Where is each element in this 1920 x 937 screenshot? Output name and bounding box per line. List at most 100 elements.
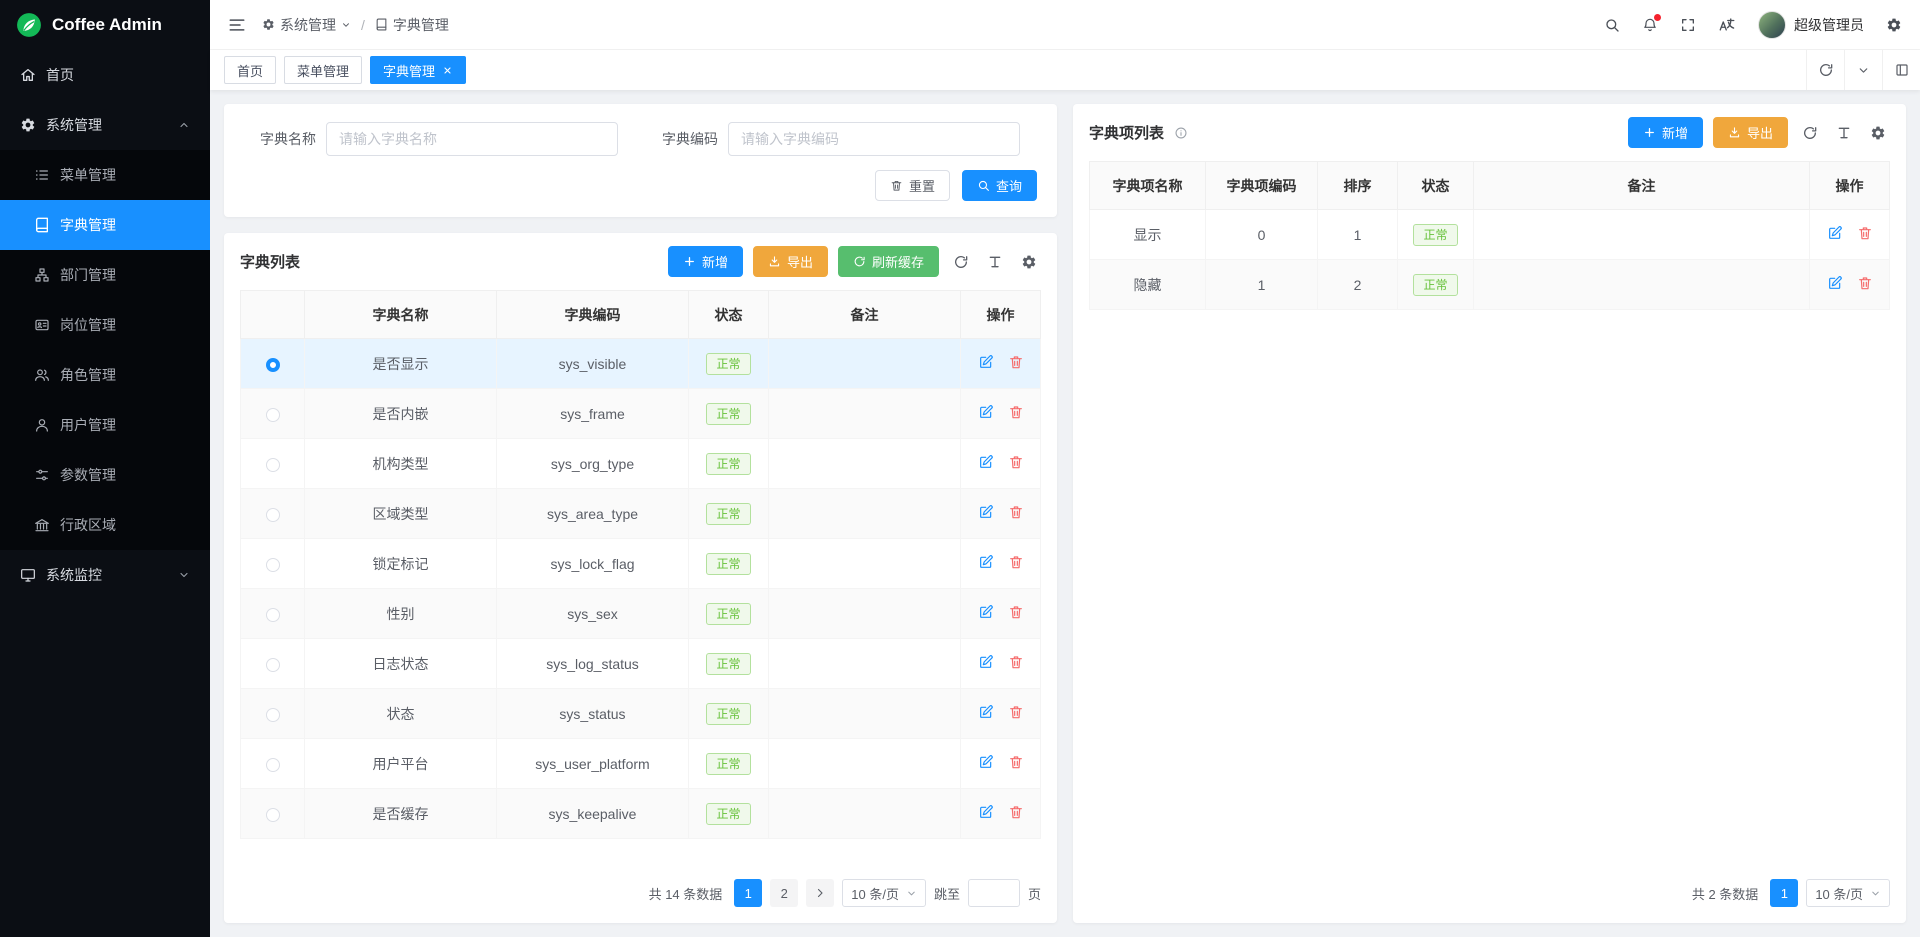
search-icon[interactable] [1604,17,1620,33]
close-icon[interactable] [442,65,453,76]
delete-icon[interactable] [1857,275,1873,291]
settings-gear-icon[interactable] [1886,17,1902,33]
tab-dict-mgmt[interactable]: 字典管理 [370,56,466,84]
edit-icon[interactable] [978,454,994,470]
row-radio[interactable] [266,408,280,422]
tabs-dropdown-icon[interactable] [1844,50,1882,90]
row-radio[interactable] [266,608,280,622]
row-radio[interactable] [266,558,280,572]
edit-icon[interactable] [978,554,994,570]
sidebar-item-role-mgmt[interactable]: 角色管理 [0,350,210,400]
page-button-1[interactable]: 1 [1770,879,1798,907]
sidebar-item-post-mgmt[interactable]: 岗位管理 [0,300,210,350]
table-row[interactable]: 区域类型 sys_area_type 正常 [241,489,1041,539]
sidebar-item-param-mgmt[interactable]: 参数管理 [0,450,210,500]
sidebar-item-system-mgmt[interactable]: 系统管理 [0,100,210,150]
row-radio[interactable] [266,458,280,472]
delete-icon[interactable] [1008,804,1024,820]
breadcrumb-dict-mgmt[interactable]: 字典管理 [375,15,449,35]
edit-icon[interactable] [1827,225,1843,241]
row-radio[interactable] [266,708,280,722]
table-row[interactable]: 性别 sys_sex 正常 [241,589,1041,639]
row-radio[interactable] [266,758,280,772]
table-row[interactable]: 是否显示 sys_visible 正常 [241,339,1041,389]
cell-remark [769,689,961,739]
home-icon [20,67,36,83]
layout-frame-icon[interactable] [1882,50,1920,90]
table-refresh-icon[interactable] [1798,121,1822,145]
export-dict-button[interactable]: 导出 [753,246,828,277]
notification-bell-icon[interactable] [1642,17,1658,33]
user-menu[interactable]: 超级管理员 [1758,11,1864,39]
info-icon[interactable] [1174,126,1188,140]
delete-icon[interactable] [1008,554,1024,570]
sidebar-item-home[interactable]: 首页 [0,50,210,100]
column-settings-icon[interactable] [1017,250,1041,274]
table-row[interactable]: 隐藏 1 2 正常 [1090,260,1890,310]
sidebar-collapse-icon[interactable] [228,16,246,34]
sidebar-item-menu-mgmt[interactable]: 菜单管理 [0,150,210,200]
delete-icon[interactable] [1008,604,1024,620]
edit-icon[interactable] [978,404,994,420]
reset-button[interactable]: 重置 [875,170,950,201]
fullscreen-icon[interactable] [1680,17,1696,33]
dict-code-input[interactable] [728,122,1020,156]
table-row[interactable]: 显示 0 1 正常 [1090,210,1890,260]
delete-icon[interactable] [1008,704,1024,720]
edit-icon[interactable] [1827,275,1843,291]
edit-icon[interactable] [978,604,994,620]
next-page-button[interactable] [806,879,834,907]
edit-icon[interactable] [978,654,994,670]
sidebar-item-dict-mgmt[interactable]: 字典管理 [0,200,210,250]
edit-icon[interactable] [978,754,994,770]
tab-menu-mgmt[interactable]: 菜单管理 [284,56,362,84]
sidebar-item-system-monitor[interactable]: 系统监控 [0,550,210,600]
table-row[interactable]: 是否缓存 sys_keepalive 正常 [241,789,1041,839]
add-dict-button[interactable]: 新增 [668,246,743,277]
sidebar-item-dept-mgmt[interactable]: 部门管理 [0,250,210,300]
delete-icon[interactable] [1008,404,1024,420]
export-dict-item-button[interactable]: 导出 [1713,117,1788,148]
query-button[interactable]: 查询 [962,170,1037,201]
language-switch-icon[interactable] [1718,16,1736,34]
table-row[interactable]: 锁定标记 sys_lock_flag 正常 [241,539,1041,589]
delete-icon[interactable] [1008,754,1024,770]
table-row[interactable]: 用户平台 sys_user_platform 正常 [241,739,1041,789]
tabs-actions [1806,50,1920,90]
delete-icon[interactable] [1008,504,1024,520]
table-row[interactable]: 状态 sys_status 正常 [241,689,1041,739]
column-settings-icon[interactable] [1866,121,1890,145]
font-size-icon[interactable] [1832,121,1856,145]
tab-home[interactable]: 首页 [224,56,276,84]
table-row[interactable]: 日志状态 sys_log_status 正常 [241,639,1041,689]
jump-page-input[interactable] [968,879,1020,907]
page-button-2[interactable]: 2 [770,879,798,907]
sidebar-item-user-mgmt[interactable]: 用户管理 [0,400,210,450]
dict-name-input[interactable] [326,122,618,156]
page-button-1[interactable]: 1 [734,879,762,907]
delete-icon[interactable] [1008,454,1024,470]
delete-icon[interactable] [1008,654,1024,670]
row-radio[interactable] [266,508,280,522]
table-refresh-icon[interactable] [949,250,973,274]
delete-icon[interactable] [1857,225,1873,241]
row-radio[interactable] [266,358,280,372]
edit-icon[interactable] [978,704,994,720]
refresh-cache-button[interactable]: 刷新缓存 [838,246,939,277]
font-size-icon[interactable] [983,250,1007,274]
sidebar-item-region-mgmt[interactable]: 行政区域 [0,500,210,550]
table-row[interactable]: 机构类型 sys_org_type 正常 [241,439,1041,489]
col-dict-code: 字典编码 [497,291,689,339]
edit-icon[interactable] [978,354,994,370]
row-radio[interactable] [266,658,280,672]
page-size-select[interactable]: 10 条/页 [1806,879,1890,907]
delete-icon[interactable] [1008,354,1024,370]
edit-icon[interactable] [978,804,994,820]
tabs-refresh-icon[interactable] [1806,50,1844,90]
row-radio[interactable] [266,808,280,822]
breadcrumb-system-mgmt[interactable]: 系统管理 [262,15,351,35]
table-row[interactable]: 是否内嵌 sys_frame 正常 [241,389,1041,439]
edit-icon[interactable] [978,504,994,520]
add-dict-item-button[interactable]: 新增 [1628,117,1703,148]
page-size-select[interactable]: 10 条/页 [842,879,926,907]
